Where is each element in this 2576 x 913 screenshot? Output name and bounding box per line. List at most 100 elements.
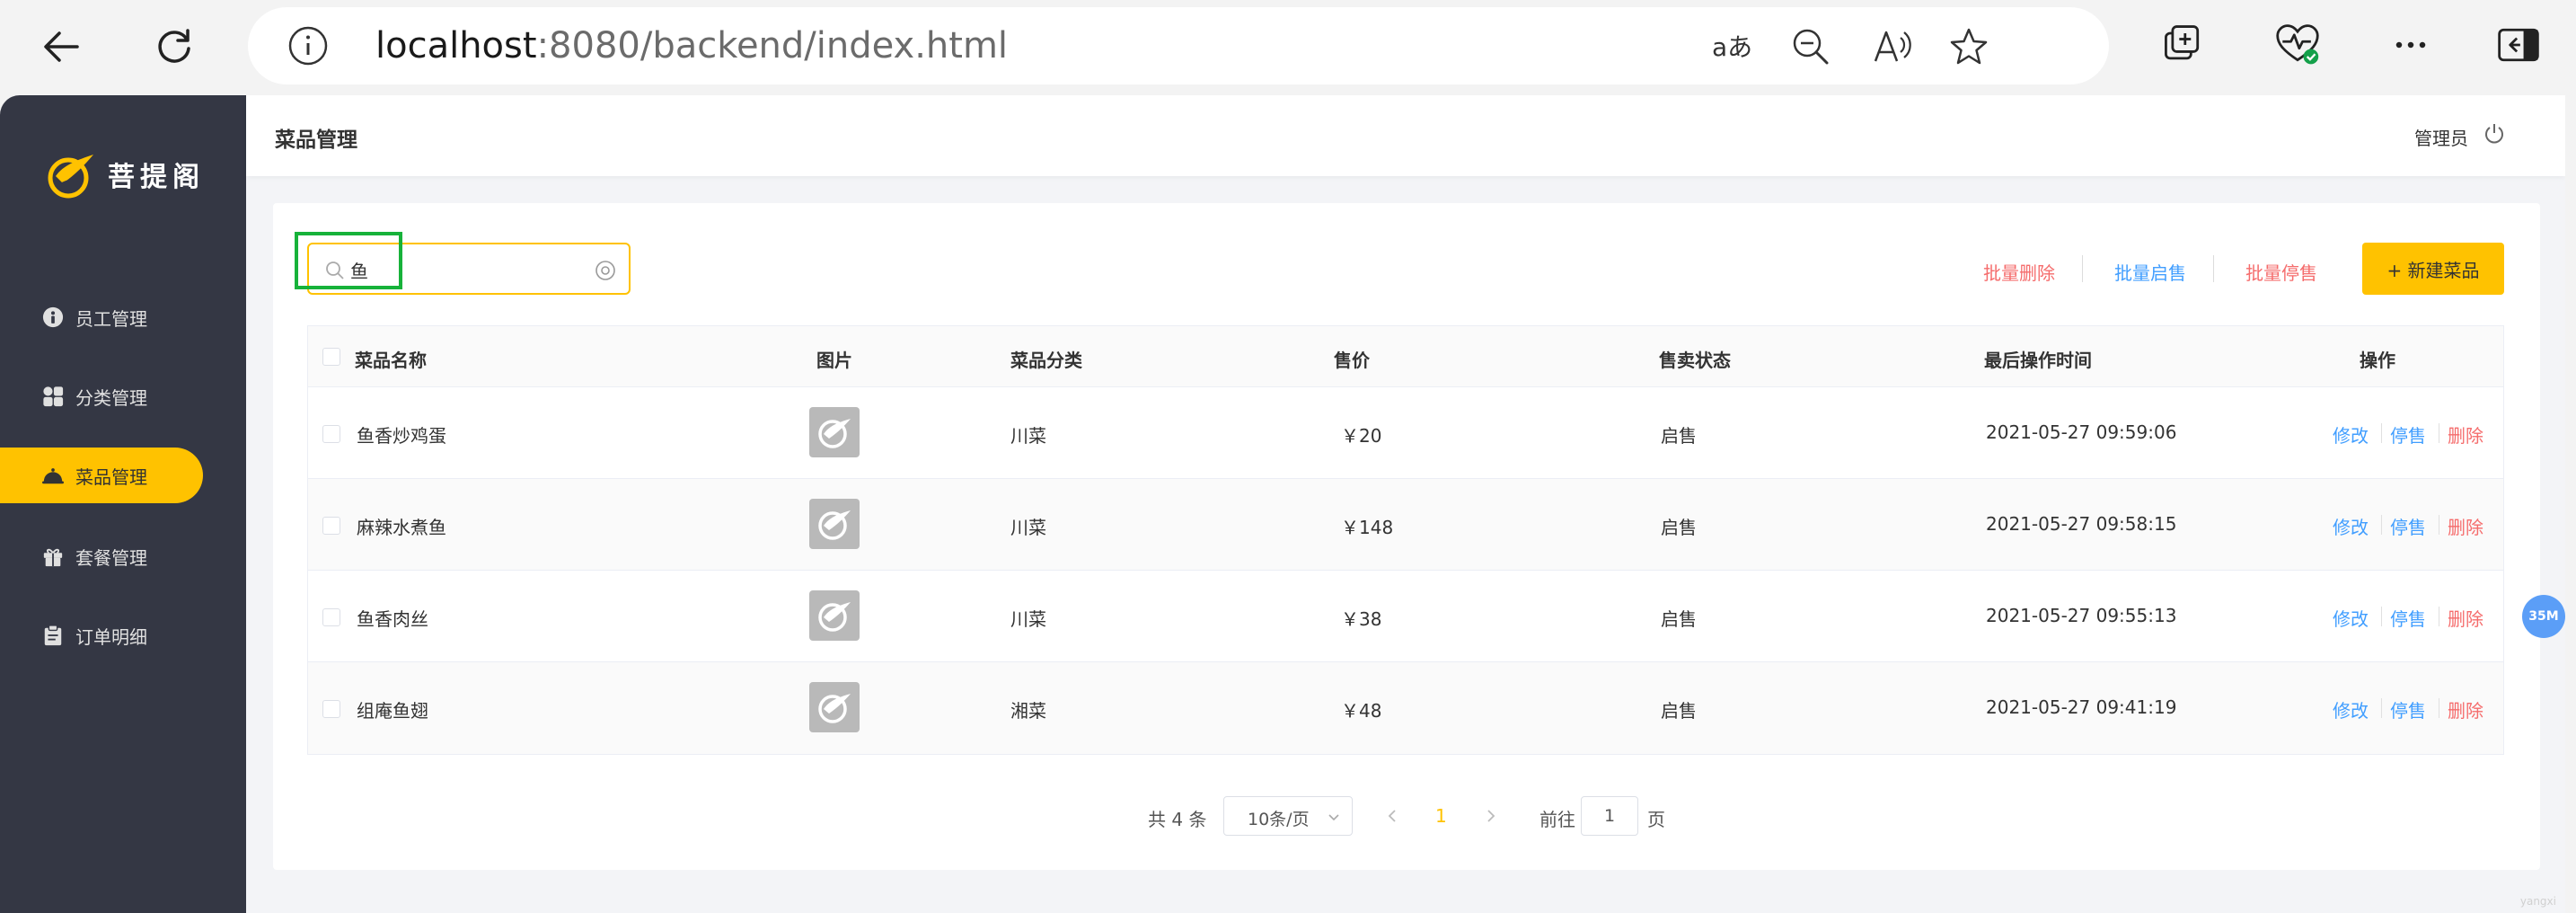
goto-page-input[interactable]: 1 [1581, 796, 1638, 836]
page-unit-label: 页 [1647, 809, 1665, 830]
svg-text:aあ: aあ [1712, 32, 1752, 62]
dish-category: 川菜 [1010, 517, 1046, 538]
dish-category: 川菜 [1010, 425, 1046, 447]
dish-status: 启售 [1661, 425, 1697, 447]
dish-name: 鱼香肉丝 [357, 608, 428, 630]
edit-link[interactable]: 修改 [2333, 696, 2369, 722]
sidebar-item-dishes[interactable]: 菜品管理 [0, 448, 203, 503]
image-placeholder-icon [818, 419, 851, 448]
dish-category: 川菜 [1010, 608, 1046, 630]
dish-image [809, 682, 860, 732]
url-host: localhost [375, 25, 537, 66]
sidebar-toggle-button[interactable] [2493, 20, 2544, 70]
goto-label: 前往 [1539, 809, 1575, 830]
clipboard-icon [41, 624, 65, 647]
back-button[interactable] [27, 13, 95, 81]
col-header-price: 售价 [1334, 350, 1370, 371]
browser-essentials-button[interactable] [2272, 20, 2323, 70]
disable-link[interactable]: 停售 [2390, 605, 2426, 631]
dish-category: 湘菜 [1010, 700, 1046, 722]
sidebar-item-employees[interactable]: 员工管理 [0, 289, 203, 345]
delete-link[interactable]: 删除 [2448, 513, 2483, 539]
delete-link[interactable]: 删除 [2448, 605, 2483, 631]
delete-link[interactable]: 删除 [2448, 696, 2483, 722]
dish-price: ￥20 [1341, 425, 1382, 447]
read-aloud-icon[interactable] [1870, 25, 1913, 68]
collections-button[interactable] [2157, 20, 2208, 70]
url-text[interactable]: localhost:8080/backend/index.html [375, 23, 1008, 68]
annotation-highlight-box [295, 232, 402, 289]
content-card: 批量删除 批量启售 批量停售 + 新建菜品 菜品名称 图片 菜品分类 售价 售卖… [273, 203, 2540, 870]
divider [2082, 255, 2083, 282]
row-checkbox[interactable] [322, 425, 340, 443]
disable-link[interactable]: 停售 [2390, 513, 2426, 539]
col-header-image: 图片 [816, 350, 852, 371]
new-dish-button[interactable]: + 新建菜品 [2362, 243, 2504, 295]
pagination-total: 共 4 条 [1148, 809, 1207, 830]
batch-disable-button[interactable]: 批量停售 [2245, 259, 2317, 285]
dish-name: 麻辣水煮鱼 [357, 517, 446, 538]
sidebar-toggle-icon [2498, 28, 2539, 62]
disable-link[interactable]: 停售 [2390, 421, 2426, 448]
table-header: 菜品名称 图片 菜品分类 售价 售卖状态 最后操作时间 操作 [308, 326, 2503, 387]
sidebar-item-categories[interactable]: 分类管理 [0, 368, 203, 424]
row-checkbox[interactable] [322, 608, 340, 626]
sidebar-item-label: 菜品管理 [75, 465, 147, 488]
top-header: 菜品管理 管理员 [246, 95, 2565, 176]
browser-toolbar: localhost:8080/backend/index.html aあ [0, 0, 2576, 95]
divider [2381, 698, 2382, 718]
more-button[interactable] [2386, 20, 2436, 70]
divider [2213, 255, 2214, 282]
dish-status: 启售 [1661, 700, 1697, 722]
read-translate-icon[interactable]: aあ [1710, 25, 1753, 68]
col-header-updated: 最后操作时间 [1984, 350, 2092, 371]
edit-link[interactable]: 修改 [2333, 421, 2369, 448]
dish-name: 组庵鱼翅 [357, 700, 428, 722]
row-checkbox[interactable] [322, 700, 340, 718]
logout-power-icon[interactable] [2483, 122, 2506, 146]
edit-link[interactable]: 修改 [2333, 605, 2369, 631]
info-icon[interactable] [287, 25, 329, 66]
favorite-star-icon[interactable] [1947, 25, 1990, 68]
sidebar-item-label: 员工管理 [75, 307, 147, 330]
zoom-out-icon[interactable] [1789, 25, 1832, 68]
image-placeholder-icon [818, 694, 851, 723]
collections-icon [2165, 25, 2200, 60]
row-checkbox[interactable] [322, 517, 340, 535]
address-bar[interactable]: localhost:8080/backend/index.html aあ [248, 7, 2109, 84]
user-name[interactable]: 管理员 [2414, 124, 2468, 150]
current-page[interactable]: 1 [1435, 805, 1447, 827]
gift-icon [41, 545, 65, 568]
dish-table: 菜品名称 图片 菜品分类 售价 售卖状态 最后操作时间 操作 鱼香炒鸡蛋 川菜 … [307, 325, 2504, 755]
page-size-select[interactable]: 10条/页 [1223, 796, 1353, 836]
divider [2381, 607, 2382, 626]
batch-enable-button[interactable]: 批量启售 [2114, 259, 2186, 285]
page-title: 菜品管理 [275, 129, 357, 152]
page-size-value: 10条/页 [1248, 810, 1310, 829]
logo-text: 菩提阁 [108, 162, 205, 193]
edit-link[interactable]: 修改 [2333, 513, 2369, 539]
sidebar-item-orders[interactable]: 订单明细 [0, 607, 203, 663]
dish-updated-time: 2021-05-27 09:41:19 [1986, 696, 2177, 718]
clear-circle-icon[interactable] [595, 260, 616, 281]
disable-link[interactable]: 停售 [2390, 696, 2426, 722]
divider [2381, 423, 2382, 443]
dish-name: 鱼香炒鸡蛋 [357, 425, 446, 447]
batch-delete-button[interactable]: 批量删除 [1983, 259, 2055, 285]
prev-page-chevron-icon[interactable] [1383, 807, 1401, 825]
dish-status: 启售 [1661, 517, 1697, 538]
sidebar-item-label: 套餐管理 [75, 546, 147, 569]
chevron-down-icon [1328, 814, 1339, 821]
floating-memory-badge[interactable]: 35M [2522, 595, 2565, 638]
dish-updated-time: 2021-05-27 09:58:15 [1986, 513, 2177, 535]
select-all-checkbox[interactable] [322, 348, 340, 366]
col-header-actions: 操作 [2360, 350, 2395, 371]
table-row: 鱼香炒鸡蛋 川菜 ￥20 启售 2021-05-27 09:59:06 修改 停… [308, 387, 2503, 479]
sidebar-item-setmeals[interactable]: 套餐管理 [0, 528, 203, 584]
delete-link[interactable]: 删除 [2448, 421, 2483, 448]
dish-price: ￥38 [1341, 608, 1382, 630]
grid-icon [41, 385, 65, 408]
more-dots-icon [2395, 41, 2426, 49]
refresh-button[interactable] [140, 13, 208, 81]
next-page-chevron-icon[interactable] [1482, 807, 1500, 825]
